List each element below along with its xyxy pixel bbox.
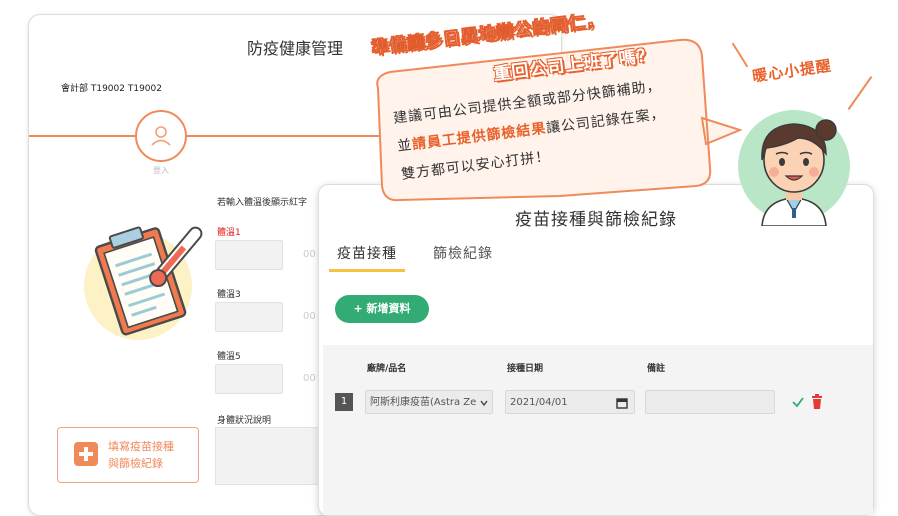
date-value: 2021/04/01 xyxy=(510,397,568,408)
chevron-down-icon xyxy=(480,400,488,407)
tip-label: 暖心小提醒 xyxy=(751,56,833,86)
avatar-caption: 登入 xyxy=(153,166,169,175)
header-brand: 廠牌/品名 xyxy=(367,364,407,374)
temperature-3-unit: 00 xyxy=(303,311,316,322)
avatar[interactable] xyxy=(135,110,187,162)
vaccine-screening-panel: 疫苗接種與篩檢紀錄 疫苗接種 篩檢紀錄 + 新增資料 廠牌/品名 接種日期 備註… xyxy=(318,184,874,516)
temperature-1-input[interactable] xyxy=(215,240,283,270)
temperature-1-label: 體溫1 xyxy=(217,228,241,238)
fill-button-line2: 與篩檢紀錄 xyxy=(108,457,163,470)
temperature-1-unit: 00 xyxy=(303,249,316,260)
body-status-label: 身體狀況說明 xyxy=(217,416,272,426)
decor-stroke xyxy=(847,76,873,110)
fill-button-line1: 填寫疫苗接種 xyxy=(108,440,174,453)
trash-icon[interactable] xyxy=(811,393,823,411)
tab-vaccination[interactable]: 疫苗接種 xyxy=(337,243,397,263)
check-icon[interactable] xyxy=(791,393,805,411)
temperature-5-input[interactable] xyxy=(215,364,283,394)
person-icon xyxy=(151,126,171,146)
nurse-avatar-icon xyxy=(738,110,850,226)
add-record-button[interactable]: + 新增資料 xyxy=(335,295,429,323)
temperature-hint: 若輸入體溫後顯示紅字 xyxy=(217,198,308,208)
header-note: 備註 xyxy=(647,364,666,374)
active-tab-indicator xyxy=(329,269,405,272)
brand-select-value: 阿斯利康疫苗(Astra Ze xyxy=(370,397,477,408)
fill-vaccine-record-button[interactable]: 填寫疫苗接種 與篩檢紀錄 xyxy=(57,427,199,483)
note-input[interactable] xyxy=(645,390,775,414)
clipboard-thermometer-icon xyxy=(94,226,203,336)
temperature-3-label: 體溫3 xyxy=(217,290,241,300)
row-index: 1 xyxy=(335,393,353,411)
header-date: 接種日期 xyxy=(507,364,544,374)
plus-icon xyxy=(74,442,98,466)
tab-screening[interactable]: 篩檢紀錄 xyxy=(433,243,493,263)
temperature-3-input[interactable] xyxy=(215,302,283,332)
brand-select[interactable]: 阿斯利康疫苗(Astra Ze xyxy=(365,390,493,414)
temperature-5-label: 體溫5 xyxy=(217,352,241,362)
department-text: 會計部 T19002 T19002 xyxy=(61,84,162,94)
temperature-5-unit: 00 xyxy=(303,373,316,384)
calendar-icon[interactable] xyxy=(616,397,628,409)
vaccination-date-input[interactable]: 2021/04/01 xyxy=(505,390,635,414)
